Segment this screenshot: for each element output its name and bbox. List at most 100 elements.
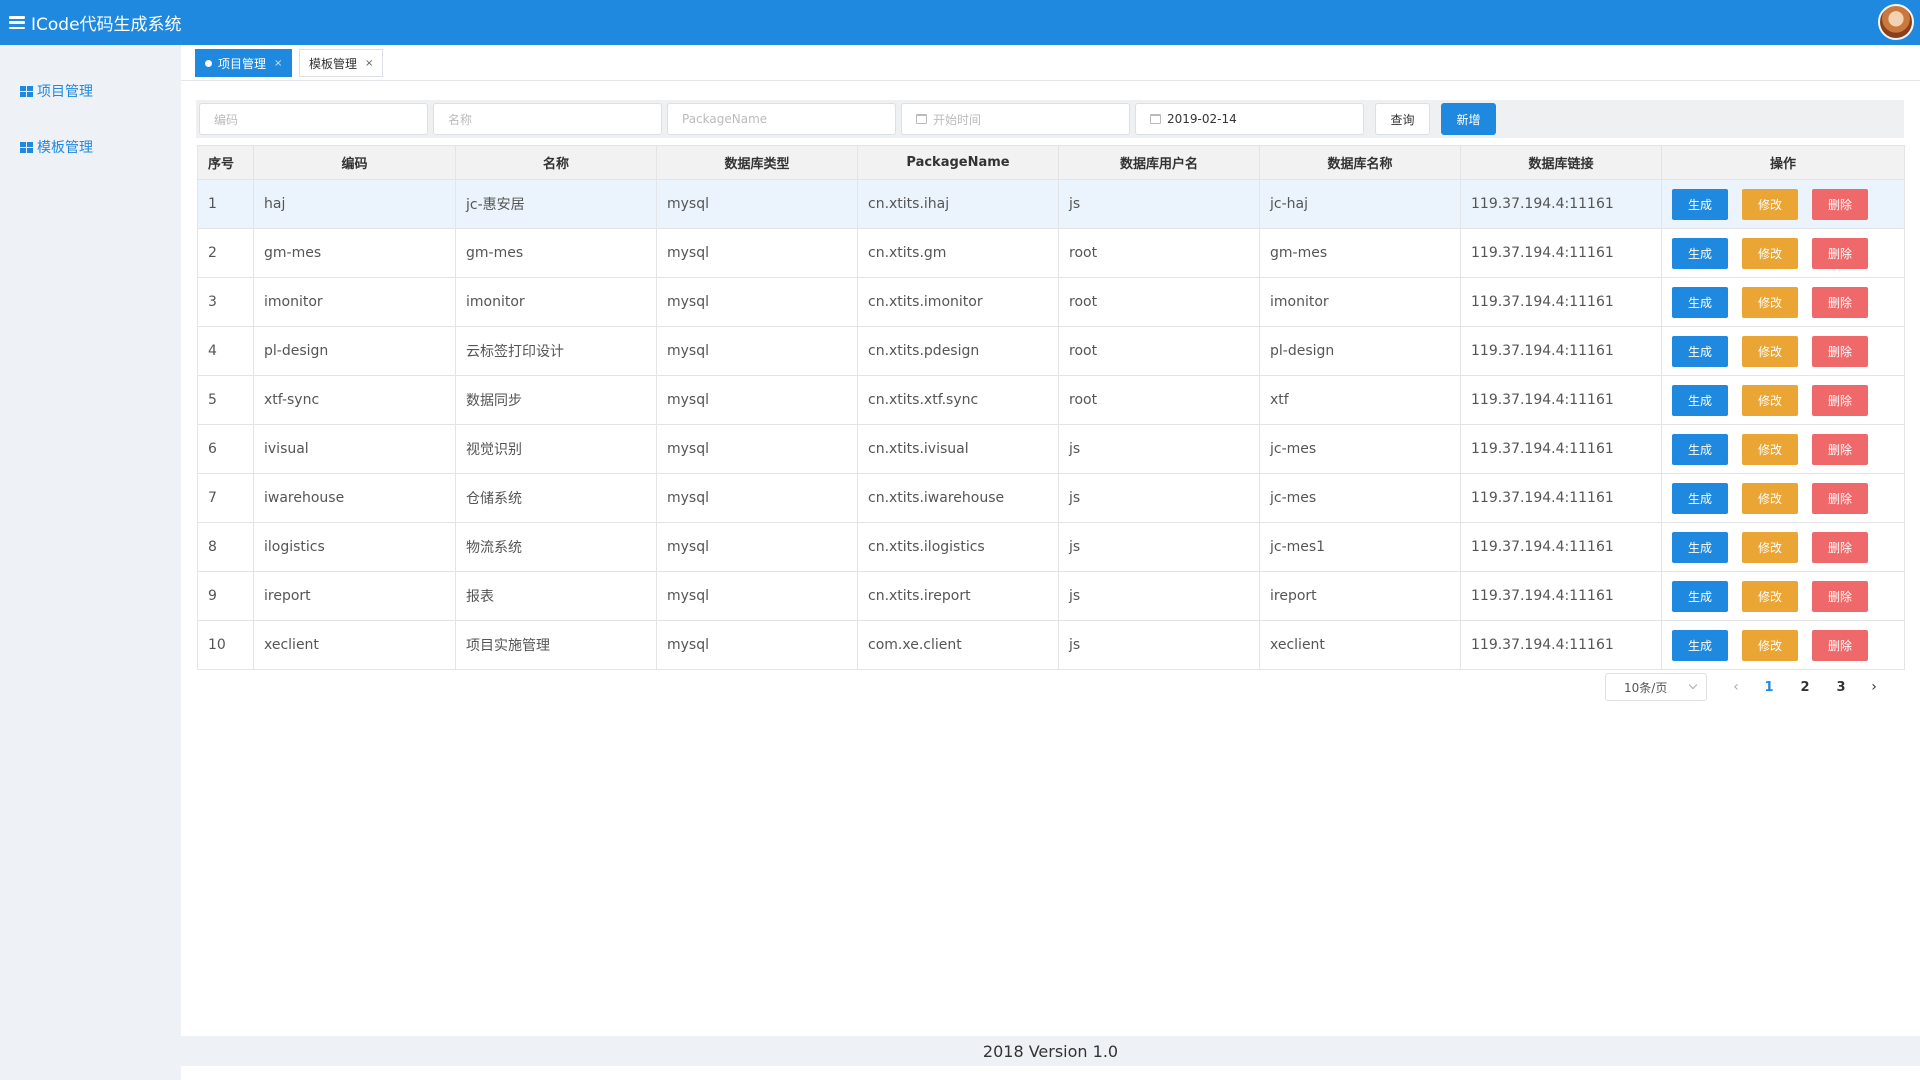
code-cell: pl-design — [253, 326, 456, 376]
generate-button[interactable]: 生成 — [1672, 629, 1728, 661]
table-row[interactable]: 7 iwarehouse 仓储系统 mysql cn.xtits.iwarehouse j… — [197, 473, 1905, 523]
column-header[interactable]: 数据库名称 — [1259, 145, 1461, 180]
sidebar-item-templates[interactable]: 模板管理 — [0, 119, 181, 175]
page-size-select[interactable]: 10条/页 — [1605, 673, 1707, 701]
next-page-icon[interactable]: › — [1859, 679, 1889, 695]
edit-button[interactable]: 修改 — [1742, 335, 1798, 367]
close-icon[interactable]: × — [274, 58, 282, 69]
package-cell: cn.xtits.ireport — [857, 571, 1059, 621]
edit-button[interactable]: 修改 — [1742, 580, 1798, 612]
column-header[interactable]: 名称 — [455, 145, 657, 180]
actions-cell: 生成 修改 删除 — [1661, 179, 1905, 229]
version-text: 2018 Version 1.0 — [982, 1041, 1119, 1061]
prev-page-icon[interactable]: ‹ — [1721, 679, 1751, 695]
row-index: 7 — [197, 473, 254, 523]
edit-button[interactable]: 修改 — [1742, 629, 1798, 661]
db-url-cell: 119.37.194.4:11161 — [1460, 179, 1662, 229]
table-row[interactable]: 3 imonitor imonitor mysql cn.xtits.imonitor r… — [197, 277, 1905, 327]
edit-button[interactable]: 修改 — [1742, 384, 1798, 416]
generate-button[interactable]: 生成 — [1672, 384, 1728, 416]
column-header[interactable]: 数据库链接 — [1460, 145, 1662, 180]
table-row[interactable]: 10 xeclient 项目实施管理 mysql com.xe.client js xecl… — [197, 620, 1905, 670]
db-type-cell: mysql — [656, 571, 858, 621]
package-input[interactable]: PackageName — [667, 103, 896, 135]
generate-button[interactable]: 生成 — [1672, 433, 1728, 465]
delete-button[interactable]: 删除 — [1812, 188, 1868, 220]
tab-projects[interactable]: 项目管理 × — [195, 49, 293, 77]
delete-button[interactable]: 删除 — [1812, 482, 1868, 514]
code-cell: haj — [253, 179, 456, 229]
delete-button[interactable]: 删除 — [1812, 237, 1868, 269]
menu-icon[interactable] — [9, 16, 25, 29]
sidebar: 项目管理 模板管理 — [0, 45, 181, 1080]
end-date-input[interactable]: 2019-02-14 — [1135, 103, 1364, 135]
add-button[interactable]: 新增 — [1441, 103, 1496, 135]
edit-button[interactable]: 修改 — [1742, 433, 1798, 465]
delete-button[interactable]: 删除 — [1812, 433, 1868, 465]
table-row[interactable]: 5 xtf-sync 数据同步 mysql cn.xtits.xtf.sync root x… — [197, 375, 1905, 425]
package-cell: cn.xtits.iwarehouse — [857, 473, 1059, 523]
edit-button[interactable]: 修改 — [1742, 482, 1798, 514]
delete-button[interactable]: 删除 — [1812, 335, 1868, 367]
delete-button[interactable]: 删除 — [1812, 580, 1868, 612]
delete-button[interactable]: 删除 — [1812, 629, 1868, 661]
column-header[interactable]: 编码 — [253, 145, 456, 180]
db-name-cell: jc-mes — [1259, 424, 1461, 474]
table-row[interactable]: 9 ireport 报表 mysql cn.xtits.ireport js ireport… — [197, 571, 1905, 621]
start-date-input[interactable]: 开始时间 — [901, 103, 1130, 135]
page-number[interactable]: 2 — [1787, 680, 1823, 695]
delete-button[interactable]: 删除 — [1812, 531, 1868, 563]
db-name-cell: xeclient — [1259, 620, 1461, 670]
db-user-cell: js — [1058, 179, 1260, 229]
page-number[interactable]: 3 — [1823, 680, 1859, 695]
row-index: 5 — [197, 375, 254, 425]
table-row[interactable]: 1 haj jc-惠安居 mysql cn.xtits.ihaj js jc-haj 119.… — [197, 179, 1905, 229]
generate-button[interactable]: 生成 — [1672, 237, 1728, 269]
name-cell: imonitor — [455, 277, 657, 327]
table-row[interactable]: 4 pl-design 云标签打印设计 mysql cn.xtits.pdesign ro… — [197, 326, 1905, 376]
db-name-cell: imonitor — [1259, 277, 1461, 327]
page-number[interactable]: 1 — [1751, 680, 1787, 695]
generate-button[interactable]: 生成 — [1672, 335, 1728, 367]
generate-button[interactable]: 生成 — [1672, 188, 1728, 220]
row-index: 6 — [197, 424, 254, 474]
edit-button[interactable]: 修改 — [1742, 237, 1798, 269]
table-row[interactable]: 8 ilogistics 物流系统 mysql cn.xtits.ilogistics j… — [197, 522, 1905, 572]
edit-button[interactable]: 修改 — [1742, 188, 1798, 220]
generate-button[interactable]: 生成 — [1672, 482, 1728, 514]
package-cell: cn.xtits.ilogistics — [857, 522, 1059, 572]
code-cell: gm-mes — [253, 228, 456, 278]
name-input[interactable]: 名称 — [433, 103, 662, 135]
close-icon[interactable]: × — [365, 58, 373, 69]
column-header[interactable]: PackageName — [857, 145, 1059, 180]
db-type-cell: mysql — [656, 326, 858, 376]
code-cell: iwarehouse — [253, 473, 456, 523]
column-header[interactable]: 序号 — [197, 145, 254, 180]
generate-button[interactable]: 生成 — [1672, 286, 1728, 318]
db-url-cell: 119.37.194.4:11161 — [1460, 375, 1662, 425]
row-index: 4 — [197, 326, 254, 376]
package-cell: cn.xtits.xtf.sync — [857, 375, 1059, 425]
delete-button[interactable]: 删除 — [1812, 384, 1868, 416]
generate-button[interactable]: 生成 — [1672, 580, 1728, 612]
edit-button[interactable]: 修改 — [1742, 286, 1798, 318]
db-name-cell: ireport — [1259, 571, 1461, 621]
sidebar-item-projects[interactable]: 项目管理 — [0, 63, 181, 119]
query-button[interactable]: 查询 — [1375, 103, 1430, 135]
edit-button[interactable]: 修改 — [1742, 531, 1798, 563]
code-input[interactable]: 编码 — [199, 103, 428, 135]
table-row[interactable]: 2 gm-mes gm-mes mysql cn.xtits.gm root gm-mes 1… — [197, 228, 1905, 278]
actions-cell: 生成 修改 删除 — [1661, 522, 1905, 572]
active-dot-icon — [205, 59, 212, 67]
db-name-cell: pl-design — [1259, 326, 1461, 376]
column-header[interactable]: 数据库类型 — [656, 145, 858, 180]
delete-button[interactable]: 删除 — [1812, 286, 1868, 318]
db-url-cell: 119.37.194.4:11161 — [1460, 277, 1662, 327]
table-row[interactable]: 6 ivisual 视觉识别 mysql cn.xtits.ivisual js jc-me… — [197, 424, 1905, 474]
generate-button[interactable]: 生成 — [1672, 531, 1728, 563]
column-header[interactable]: 数据库用户名 — [1058, 145, 1260, 180]
tab-templates[interactable]: 模板管理 × — [299, 49, 384, 77]
db-user-cell: js — [1058, 473, 1260, 523]
sidebar-item-label: 项目管理 — [37, 84, 93, 100]
avatar[interactable] — [1878, 4, 1914, 40]
